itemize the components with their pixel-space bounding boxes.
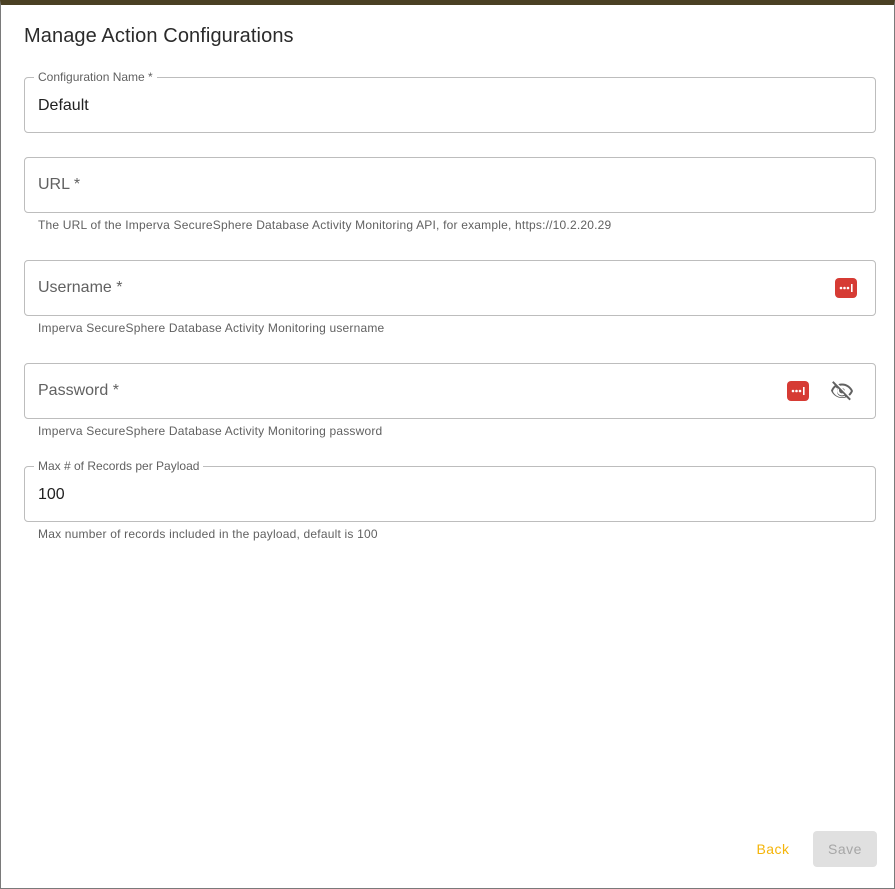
password-manager-icon[interactable]	[835, 278, 857, 298]
password-label: Password *	[38, 382, 119, 399]
password-field[interactable]: Password *	[24, 363, 876, 419]
username-field[interactable]: Username *	[24, 260, 876, 316]
visibility-off-icon[interactable]	[829, 379, 855, 403]
configuration-name-value[interactable]: Default	[38, 96, 89, 116]
max-records-hint: Max number of records included in the pa…	[38, 527, 378, 541]
max-records-value[interactable]: 100	[38, 485, 65, 505]
back-button[interactable]: Back	[743, 831, 803, 867]
username-label: Username *	[38, 279, 123, 296]
password-hint: Imperva SecureSphere Database Activity M…	[38, 424, 383, 438]
dialog-title: Manage Action Configurations	[24, 25, 294, 47]
url-field[interactable]: URL *	[24, 157, 876, 213]
configuration-name-label: Configuration Name *	[34, 70, 157, 84]
max-records-label: Max # of Records per Payload	[34, 459, 204, 473]
url-hint: The URL of the Imperva SecureSphere Data…	[38, 218, 612, 232]
manage-action-configurations-dialog: Manage Action Configurations Configurati…	[0, 0, 895, 889]
url-label: URL *	[38, 176, 81, 193]
password-manager-icon[interactable]	[787, 381, 809, 401]
configuration-name-field[interactable]: Configuration Name * Default	[24, 70, 876, 133]
save-button[interactable]: Save	[813, 831, 877, 867]
max-records-field[interactable]: Max # of Records per Payload 100	[24, 459, 876, 522]
username-hint: Imperva SecureSphere Database Activity M…	[38, 321, 385, 335]
